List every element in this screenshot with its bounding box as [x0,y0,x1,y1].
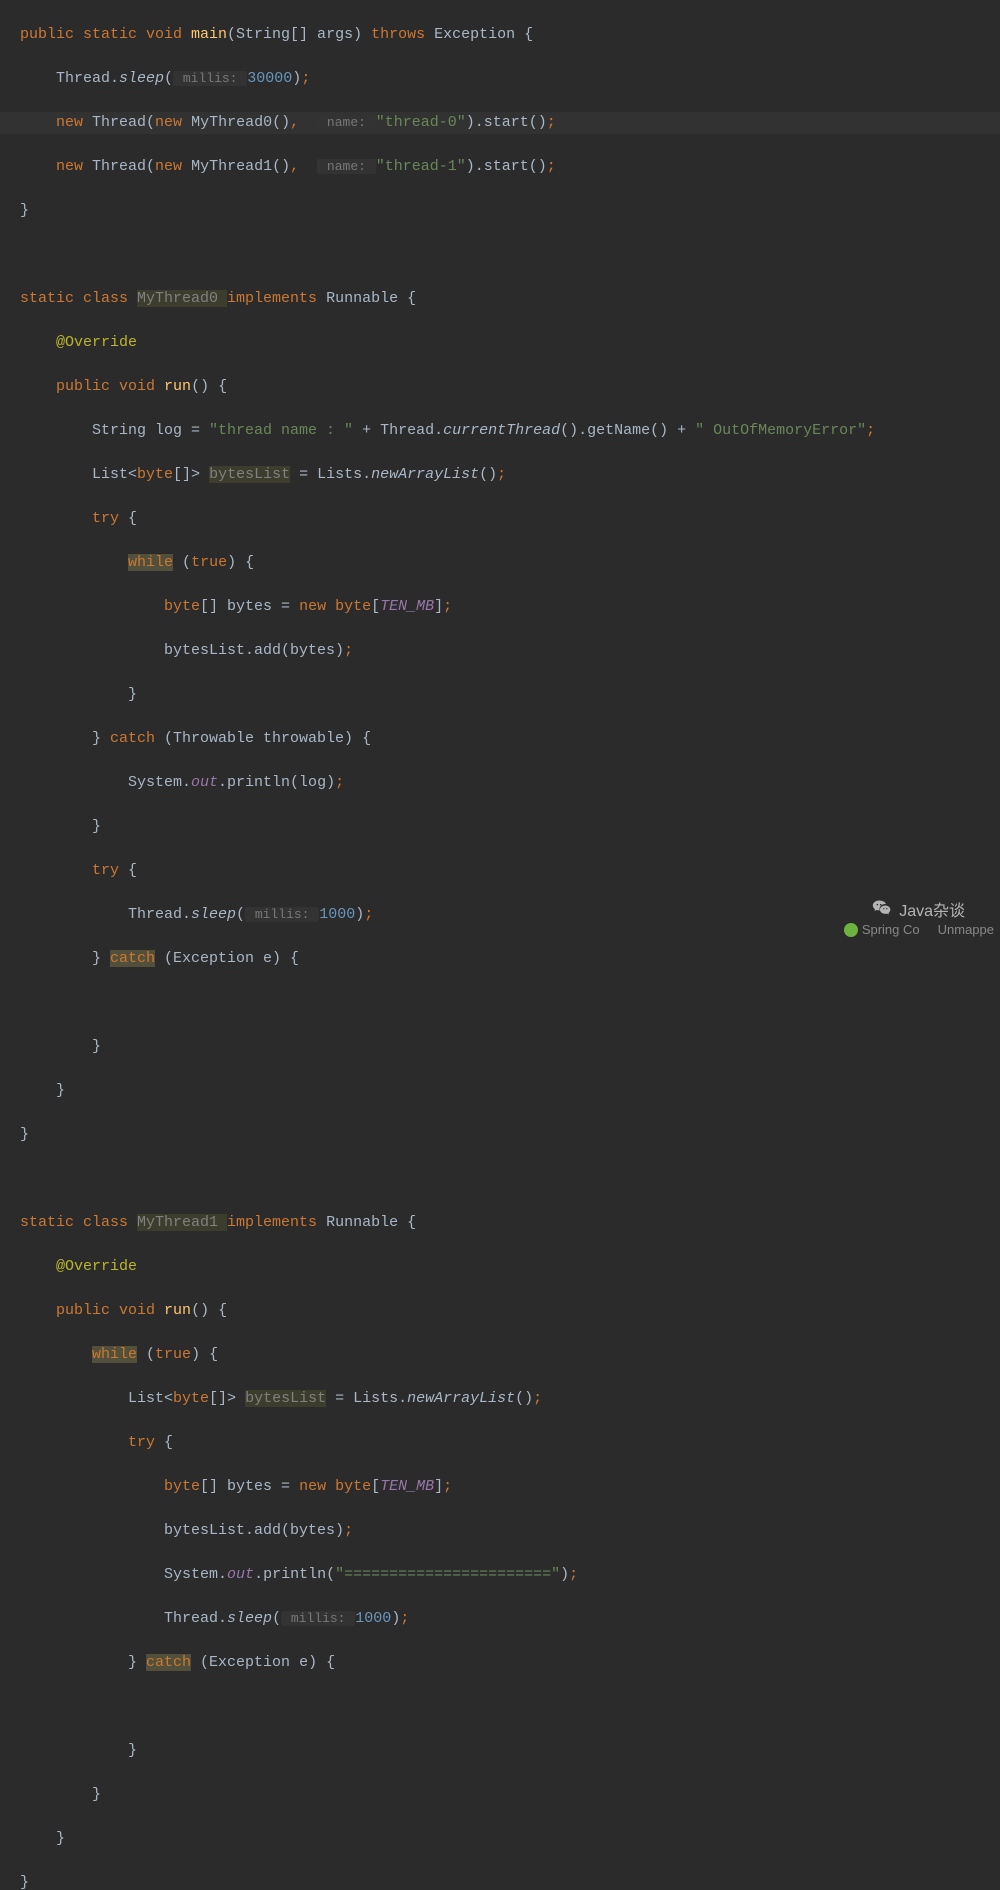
code-line[interactable]: new Thread(new MyThread1(), name: "threa… [20,156,1000,178]
code-line[interactable]: System.out.println(log); [20,772,1000,794]
code-line[interactable]: try { [20,860,1000,882]
code-line[interactable] [20,992,1000,1014]
code-line[interactable]: while (true) { [20,552,1000,574]
code-line[interactable]: } [20,816,1000,838]
code-line[interactable]: } [20,1828,1000,1850]
code-line-highlighted[interactable]: new Thread(new MyThread0(), name: "threa… [0,112,1000,134]
code-editor[interactable]: public static void main(String[] args) t… [0,2,1000,1890]
code-line[interactable]: try { [20,508,1000,530]
code-line[interactable]: public void run() { [20,1300,1000,1322]
code-line[interactable]: @Override [20,1256,1000,1278]
code-line[interactable]: public void run() { [20,376,1000,398]
code-line[interactable]: bytesList.add(bytes); [20,1520,1000,1542]
param-hint: millis: [173,71,247,86]
code-line[interactable]: } [20,1080,1000,1102]
param-hint: millis: [245,907,319,922]
code-line[interactable]: while (true) { [20,1344,1000,1366]
code-line[interactable]: } [20,200,1000,222]
status-bar: Spring Co Unmappe [838,915,1000,945]
code-line[interactable]: } [20,1124,1000,1146]
code-line[interactable]: System.out.println("====================… [20,1564,1000,1586]
code-line[interactable]: } catch (Throwable throwable) { [20,728,1000,750]
code-line[interactable]: try { [20,1432,1000,1454]
code-line[interactable]: bytesList.add(bytes); [20,640,1000,662]
code-line[interactable]: byte[] bytes = new byte[TEN_MB]; [20,1476,1000,1498]
code-line[interactable]: @Override [20,332,1000,354]
status-unmapped[interactable]: Unmappe [938,919,994,941]
param-hint: name: [317,159,376,174]
status-spring[interactable]: Spring Co [844,919,920,941]
code-line[interactable]: static class MyThread1 implements Runnab… [20,1212,1000,1234]
code-line[interactable]: } [20,1036,1000,1058]
code-line[interactable]: Thread.sleep( millis: 1000); [20,1608,1000,1630]
code-line[interactable]: static class MyThread0 implements Runnab… [20,288,1000,310]
code-line[interactable]: } [20,684,1000,706]
code-line[interactable]: } [20,1740,1000,1762]
param-hint: name: [317,115,376,130]
code-line[interactable]: } catch (Exception e) { [20,948,1000,970]
code-line[interactable]: List<byte[]> bytesList = Lists.newArrayL… [20,464,1000,486]
code-line[interactable]: } [20,1784,1000,1806]
code-line[interactable] [20,244,1000,266]
code-line[interactable] [20,1168,1000,1190]
code-line[interactable] [20,1696,1000,1718]
code-line[interactable]: String log = "thread name : " + Thread.c… [20,420,1000,442]
code-line[interactable]: } [20,1872,1000,1890]
code-line[interactable]: List<byte[]> bytesList = Lists.newArrayL… [20,1388,1000,1410]
code-line[interactable]: public static void main(String[] args) t… [20,24,1000,46]
code-line[interactable]: } catch (Exception e) { [20,1652,1000,1674]
param-hint: millis: [281,1611,355,1626]
code-line[interactable]: Thread.sleep( millis: 30000); [20,68,1000,90]
spring-icon [844,923,858,937]
code-line[interactable]: byte[] bytes = new byte[TEN_MB]; [20,596,1000,618]
